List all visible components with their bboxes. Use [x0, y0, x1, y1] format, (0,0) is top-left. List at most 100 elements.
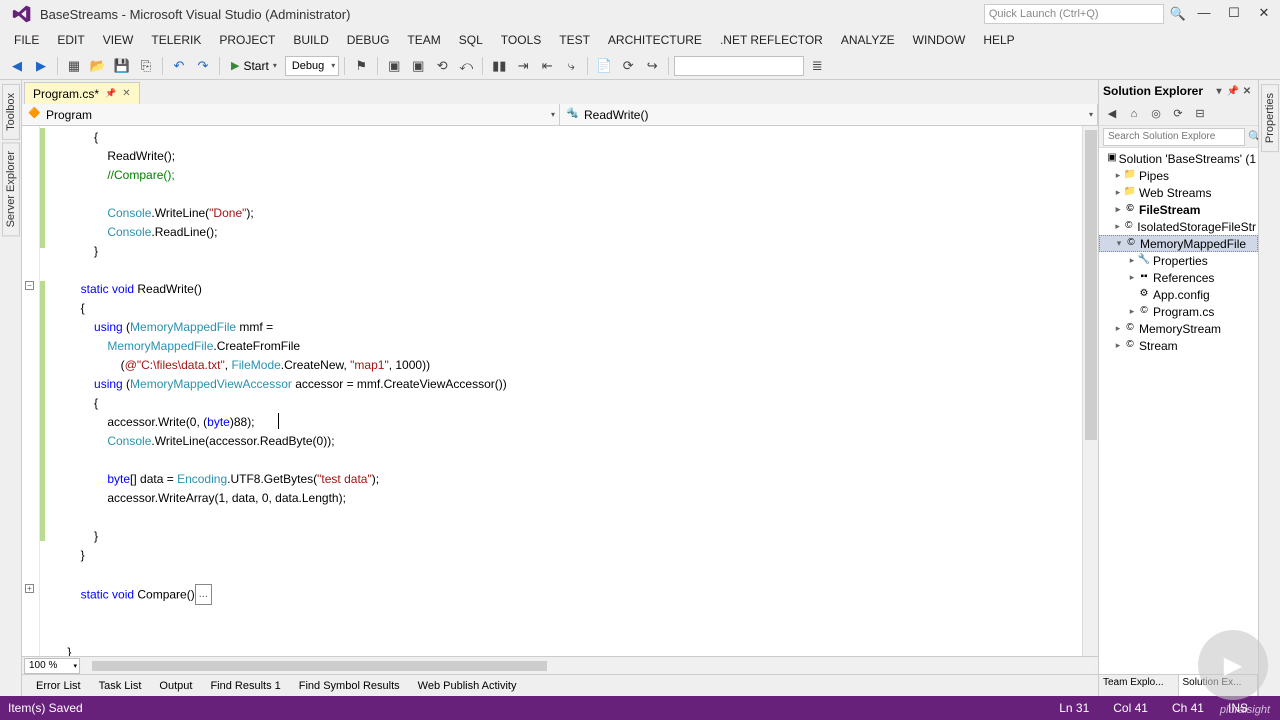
btab-web-publish[interactable]: Web Publish Activity [410, 678, 525, 694]
expand-icon[interactable] [1113, 340, 1123, 351]
file-tab-program[interactable]: Program.cs* 📌 ✕ [24, 82, 140, 104]
tree-pipes[interactable]: Pipes [1139, 169, 1169, 183]
solution-tree[interactable]: ▣Solution 'BaseStreams' (1 📁Pipes 📁Web S… [1099, 148, 1258, 674]
open-icon[interactable]: 📂 [87, 55, 109, 77]
tb-icon[interactable]: ⚑ [350, 55, 372, 77]
tree-isolated[interactable]: IsolatedStorageFileStr [1137, 220, 1256, 234]
minimize-button[interactable]: — [1192, 4, 1216, 24]
scope-dropdown[interactable]: 🔶 Program [22, 104, 560, 125]
expand-icon[interactable] [1127, 255, 1137, 266]
quick-launch-input[interactable]: Quick Launch (Ctrl+Q) [984, 4, 1164, 24]
refresh-icon[interactable]: ⟳ [1169, 105, 1187, 123]
panel-pin-icon[interactable]: 📌 [1226, 86, 1240, 97]
sync-icon[interactable]: ◎ [1147, 105, 1165, 123]
tree-memstream[interactable]: MemoryStream [1139, 322, 1221, 336]
save-all-icon[interactable]: ⎘ [135, 55, 157, 77]
menu-window[interactable]: WINDOW [905, 31, 974, 49]
expand-icon[interactable] [1127, 272, 1137, 283]
menu-analyze[interactable]: ANALYZE [833, 31, 903, 49]
menu-file[interactable]: FILE [6, 31, 47, 49]
tree-filestream[interactable]: FileStream [1139, 203, 1200, 217]
menu-debug[interactable]: DEBUG [339, 31, 398, 49]
tab-team-explorer[interactable]: Team Explo... [1099, 675, 1179, 696]
expand-icon[interactable] [1113, 221, 1122, 232]
nav-back-icon[interactable]: ◀ [6, 55, 28, 77]
panel-menu-icon[interactable]: ▾ [1212, 86, 1226, 97]
redo-icon[interactable]: ↷ [192, 55, 214, 77]
tb-icon[interactable]: ↪ [641, 55, 663, 77]
close-tab-icon[interactable]: ✕ [122, 88, 130, 99]
back-icon[interactable]: ◀ [1103, 105, 1121, 123]
menu-telerik[interactable]: TELERIK [143, 31, 209, 49]
menu-tools[interactable]: TOOLS [493, 31, 549, 49]
tb-icon[interactable]: ▣ [383, 55, 405, 77]
tree-properties[interactable]: Properties [1153, 254, 1208, 268]
zoom-dropdown[interactable]: 100 % [24, 658, 80, 674]
pin-icon[interactable]: 📌 [105, 88, 116, 99]
solution-search-input[interactable] [1103, 128, 1245, 146]
break-icon[interactable]: ▮▮ [488, 55, 510, 77]
panel-close-icon[interactable]: ✕ [1240, 86, 1254, 97]
outline-gutter[interactable]: − + [22, 126, 40, 656]
vertical-scrollbar[interactable] [1082, 126, 1098, 656]
tree-references[interactable]: References [1153, 271, 1214, 285]
btab-output[interactable]: Output [151, 678, 200, 694]
menu-reflector[interactable]: .NET REFLECTOR [712, 31, 831, 49]
rail-tab-server-explorer[interactable]: Server Explorer [2, 142, 20, 236]
expand-icon[interactable] [1113, 204, 1123, 215]
collapse-icon[interactable]: ⊟ [1191, 105, 1209, 123]
tb-icon[interactable]: ⇤ [536, 55, 558, 77]
horizontal-scrollbar[interactable] [84, 659, 1094, 673]
tb-icon[interactable]: ⤷ [560, 55, 582, 77]
play-overlay-icon[interactable]: ▶ [1198, 630, 1268, 700]
rail-tab-toolbox[interactable]: Toolbox [2, 84, 20, 140]
expand-icon[interactable] [1127, 306, 1137, 317]
tree-stream[interactable]: Stream [1139, 339, 1178, 353]
member-dropdown[interactable]: 🔩 ReadWrite() [560, 104, 1098, 125]
tb-icon[interactable]: ▣ [407, 55, 429, 77]
menu-team[interactable]: TEAM [399, 31, 448, 49]
btab-error-list[interactable]: Error List [28, 678, 89, 694]
save-icon[interactable]: 💾 [111, 55, 133, 77]
new-project-icon[interactable]: ▦ [63, 55, 85, 77]
undo-icon[interactable]: ↶ [168, 55, 190, 77]
outline-expand-icon[interactable]: + [25, 584, 34, 593]
btab-find-results[interactable]: Find Results 1 [202, 678, 288, 694]
menu-help[interactable]: HELP [975, 31, 1022, 49]
config-dropdown[interactable]: Debug [285, 56, 339, 76]
expand-icon[interactable] [1113, 187, 1123, 198]
collapse-icon[interactable] [1114, 238, 1124, 249]
maximize-button[interactable]: ☐ [1222, 4, 1246, 24]
code-content[interactable]: { ReadWrite(); //Compare(); Console.Writ… [46, 126, 1098, 656]
rail-tab-properties[interactable]: Properties [1261, 84, 1279, 152]
close-button[interactable]: ✕ [1252, 4, 1276, 24]
menu-architecture[interactable]: ARCHITECTURE [600, 31, 710, 49]
tb-icon[interactable]: ⟳ [617, 55, 639, 77]
outline-collapse-icon[interactable]: − [25, 281, 34, 290]
menu-view[interactable]: VIEW [95, 31, 142, 49]
code-editor[interactable]: − + { ReadWrite(); //Compare(); Console.… [22, 126, 1098, 656]
tree-appcfg[interactable]: App.config [1153, 288, 1210, 302]
start-button[interactable]: ▶ Start ▾ [225, 55, 283, 77]
menu-project[interactable]: PROJECT [211, 31, 283, 49]
menu-test[interactable]: TEST [551, 31, 598, 49]
menu-sql[interactable]: SQL [451, 31, 491, 49]
tree-solution[interactable]: Solution 'BaseStreams' (1 [1119, 152, 1256, 166]
search-icon[interactable]: 🔍 [1170, 6, 1186, 22]
folded-region[interactable]: ... [195, 584, 212, 605]
toolbar-combo[interactable] [674, 56, 804, 76]
tb-icon[interactable]: ⇥ [512, 55, 534, 77]
nav-forward-icon[interactable]: ▶ [30, 55, 52, 77]
tb-icon[interactable]: 📄 [593, 55, 615, 77]
menu-build[interactable]: BUILD [285, 31, 336, 49]
tb-icon[interactable]: ⤺ [455, 55, 477, 77]
tree-webstreams[interactable]: Web Streams [1139, 186, 1211, 200]
tree-programcs[interactable]: Program.cs [1153, 305, 1214, 319]
expand-icon[interactable] [1113, 170, 1123, 181]
expand-icon[interactable] [1113, 323, 1123, 334]
tb-icon[interactable]: ≣ [806, 55, 828, 77]
btab-task-list[interactable]: Task List [91, 678, 150, 694]
home-icon[interactable]: ⌂ [1125, 105, 1143, 123]
menu-edit[interactable]: EDIT [49, 31, 92, 49]
tree-mmf[interactable]: MemoryMappedFile [1140, 237, 1246, 251]
